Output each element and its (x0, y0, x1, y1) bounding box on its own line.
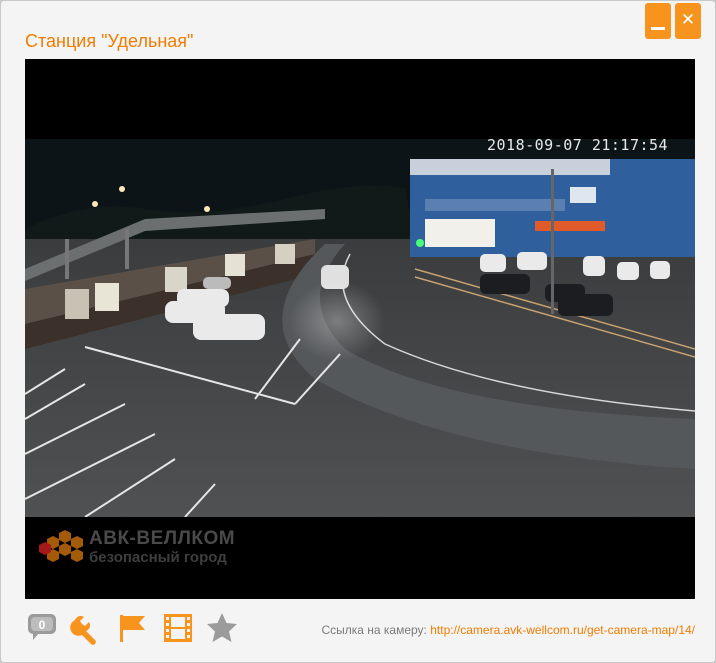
camera-link-row: Ссылка на камеру: http://camera.avk-well… (321, 623, 695, 637)
video-timestamp: 2018-09-07 21:17:54 (487, 136, 669, 154)
watermark-name: АВК-ВЕЛЛКОМ (89, 528, 236, 549)
close-button[interactable]: ✕ (675, 3, 701, 39)
comments-icon: 0 (28, 614, 56, 640)
star-icon (207, 613, 237, 642)
camera-link[interactable]: http://camera.avk-wellcom.ru/get-camera-… (430, 623, 695, 637)
flag-icon (120, 615, 145, 642)
minimize-icon (651, 27, 665, 30)
film-icon (164, 614, 192, 642)
window-title: Станция "Удельная" (25, 31, 194, 51)
comment-count: 0 (39, 618, 46, 632)
watermark-tagline: безопасный город (89, 549, 227, 566)
camera-link-label: Ссылка на камеру: (321, 623, 427, 637)
camera-video[interactable]: 2018-09-07 21:17:54 АВК-ВЕЛЛКОМ безопасн… (25, 59, 695, 599)
favorite-button[interactable] (205, 611, 239, 645)
camera-window: Станция "Удельная" ✕ 2018-09-07 21:17:54… (0, 0, 716, 663)
wrench-icon (70, 615, 96, 645)
video-archive-button[interactable] (161, 611, 195, 645)
close-icon: ✕ (680, 10, 696, 29)
flag-button[interactable] (115, 611, 149, 645)
minimize-button[interactable] (645, 3, 671, 39)
settings-button[interactable] (69, 611, 103, 645)
comments-button[interactable]: 0 (25, 611, 59, 645)
